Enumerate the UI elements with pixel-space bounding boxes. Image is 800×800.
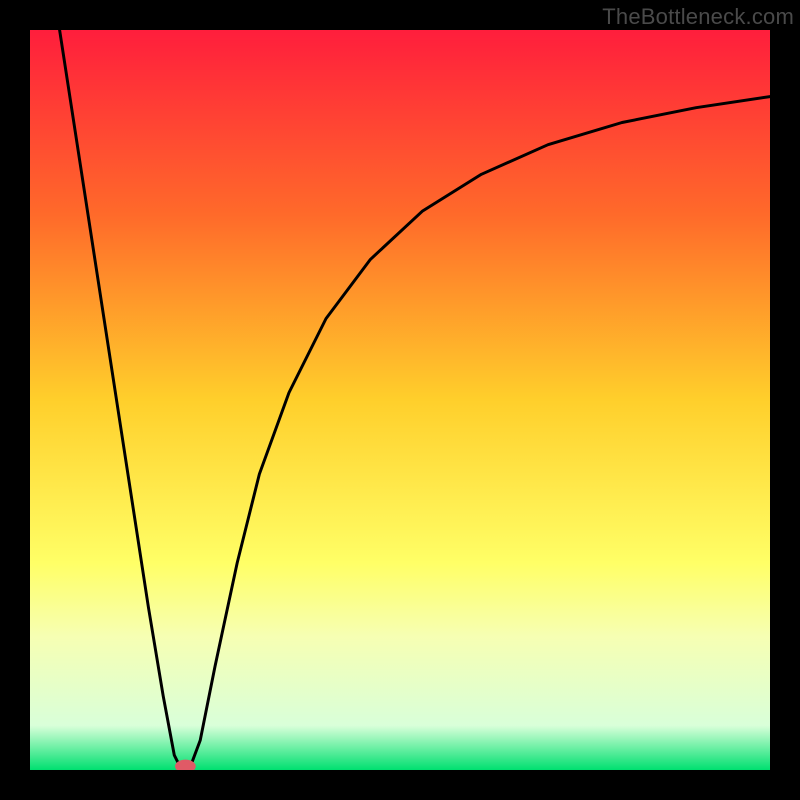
- chart-svg: [30, 30, 770, 770]
- plot-area: [30, 30, 770, 770]
- gradient-background: [30, 30, 770, 770]
- chart-frame: TheBottleneck.com: [0, 0, 800, 800]
- watermark-text: TheBottleneck.com: [602, 4, 794, 30]
